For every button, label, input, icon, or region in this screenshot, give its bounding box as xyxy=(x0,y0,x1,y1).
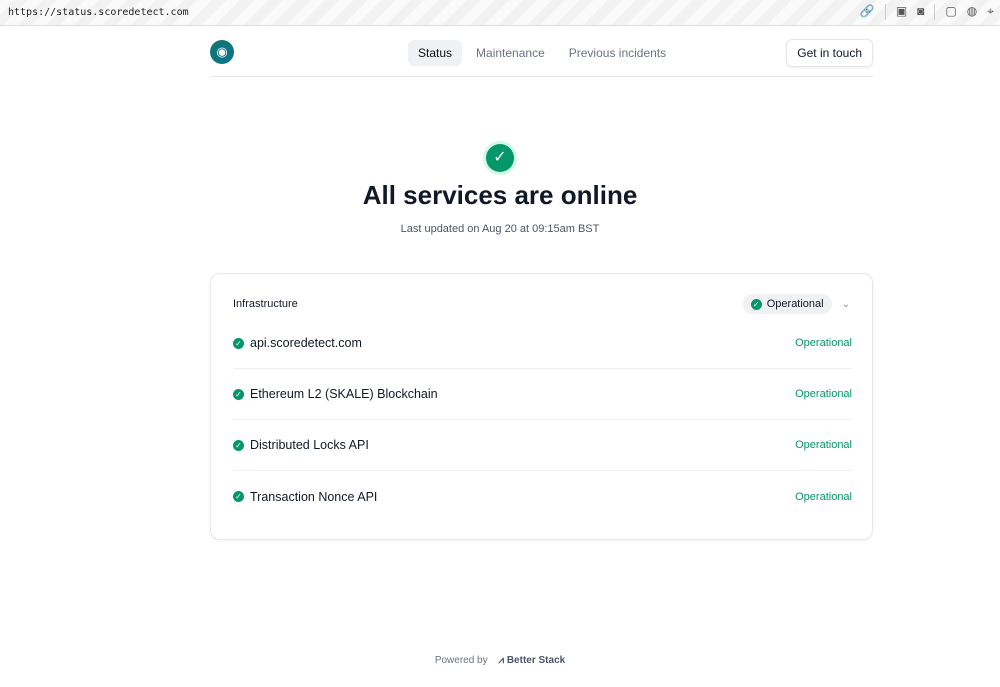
crosshair-icon[interactable]: ⌖ xyxy=(987,4,994,20)
status-hero: ✓ All services are online Last updated o… xyxy=(0,144,1000,235)
status-badge-label: Operational xyxy=(766,298,824,310)
link-icon[interactable]: 🔗 xyxy=(860,4,875,20)
service-row: ✓ api.scoredetect.com Operational xyxy=(233,318,852,369)
address-bar[interactable]: https://status.scoredetect.com xyxy=(0,0,1000,26)
check-circle-icon: ✓ xyxy=(486,144,514,172)
page-title: All services are online xyxy=(362,180,638,210)
status-badge: ✓ Operational xyxy=(742,294,832,314)
check-icon: ✓ xyxy=(233,388,244,400)
check-icon: ✓ xyxy=(750,298,762,310)
fingerprint-logo-icon[interactable]: ◉ xyxy=(210,40,234,64)
globe-icon[interactable]: ◍ xyxy=(967,4,977,20)
site-header: ◉ Status Maintenance Previous incidents … xyxy=(210,38,873,77)
service-status: Operational xyxy=(795,439,852,451)
divider xyxy=(884,4,886,20)
better-stack-label: Better Stack xyxy=(506,655,566,666)
service-status: Operational xyxy=(795,490,852,503)
service-row: ✓ Distributed Locks API Operational xyxy=(233,420,852,471)
better-stack-link[interactable]: ⩘ Better Stack xyxy=(498,655,565,666)
nav-previous-incidents[interactable]: Previous incidents xyxy=(559,40,676,66)
url-text: https://status.scoredetect.com xyxy=(8,7,189,18)
group-name: Infrastructure xyxy=(233,298,298,310)
main-nav: Status Maintenance Previous incidents xyxy=(408,40,676,66)
service-status: Operational xyxy=(795,337,852,349)
service-name: api.scoredetect.com xyxy=(250,336,362,350)
service-group-card: Infrastructure ✓ Operational ⌄ ✓ api.score… xyxy=(210,273,873,540)
service-status: Operational xyxy=(795,388,852,400)
service-row: ✓ Ethereum L2 (SKALE) Blockchain Operation… xyxy=(233,369,852,420)
better-stack-logo-icon: ⩘ xyxy=(498,655,507,666)
check-icon: ✓ xyxy=(233,491,244,502)
browser-toolbar: 🔗 ▣ ◙ ▢ ◍ ⌖ xyxy=(860,4,994,20)
get-in-touch-button[interactable]: Get in touch xyxy=(786,39,873,67)
camera-icon[interactable]: ◙ xyxy=(917,4,924,20)
nav-status[interactable]: Status xyxy=(408,40,463,66)
check-icon: ✓ xyxy=(233,439,244,451)
terminal-icon[interactable]: ▢ xyxy=(945,4,956,20)
service-row: ✓ Transaction Nonce API Operational xyxy=(233,471,852,522)
screenshot-icon[interactable]: ▣ xyxy=(896,4,907,20)
check-icon: ✓ xyxy=(233,337,244,349)
nav-maintenance[interactable]: Maintenance xyxy=(466,40,555,66)
service-name: Ethereum L2 (SKALE) Blockchain xyxy=(250,387,438,401)
chevron-down-icon[interactable]: ⌄ xyxy=(842,299,850,310)
powered-by-label: Powered by xyxy=(434,655,488,666)
service-name: Transaction Nonce API xyxy=(250,489,378,504)
divider xyxy=(934,4,936,20)
last-updated: Last updated on Aug 20 at 09:15am BST xyxy=(400,223,600,235)
service-name: Distributed Locks API xyxy=(250,438,369,452)
footer: Powered by ⩘ Better Stack xyxy=(0,655,1000,666)
